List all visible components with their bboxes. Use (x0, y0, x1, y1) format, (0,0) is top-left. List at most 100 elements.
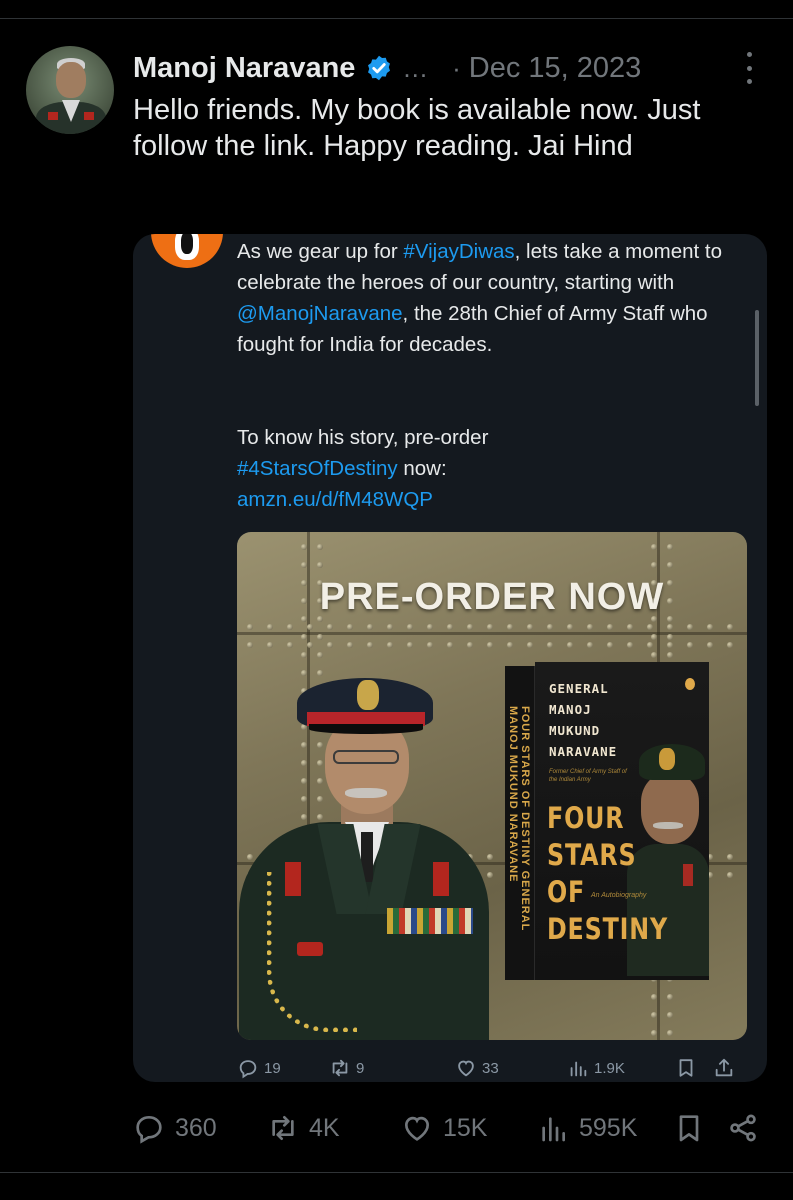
rivet (651, 994, 657, 1000)
reply-button[interactable]: 360 (133, 1108, 217, 1148)
rivet (727, 872, 733, 878)
rivet (301, 742, 307, 748)
rivet (301, 544, 307, 550)
rivet (667, 1012, 673, 1018)
rivet (651, 1012, 657, 1018)
quoted-text-paragraph-2: To know his story, pre-order #4StarsOfDe… (237, 422, 737, 515)
book-title-line: DESTINY (547, 912, 669, 946)
rivet (317, 670, 323, 676)
quoted-scrollbar[interactable] (755, 310, 759, 406)
author-avatar[interactable] (26, 46, 114, 134)
book-author-line: MANOJ (549, 702, 592, 717)
post-action-bar: 360 4K 15K 595K (133, 1108, 773, 1148)
bookmark-button[interactable] (673, 1108, 715, 1148)
publisher-logo-icon (685, 678, 695, 690)
quoted-views-button[interactable]: 1.9K (567, 1054, 625, 1082)
reply-icon (239, 1060, 257, 1079)
author-name[interactable]: Manoj Naravane (133, 52, 355, 85)
rivet (667, 624, 673, 630)
repost-button[interactable]: 4K (267, 1108, 340, 1148)
rivet (487, 854, 493, 860)
quoted-repost-button[interactable]: 9 (329, 1054, 364, 1082)
rivet (407, 642, 413, 648)
quoted-views-count: 1.9K (594, 1059, 625, 1077)
mention-link[interactable]: @ManojNaravane (237, 302, 403, 325)
rivet (301, 652, 307, 658)
rivet (651, 652, 657, 658)
quoted-text-segment: As we gear up for (237, 240, 404, 263)
rivet (307, 642, 313, 648)
rivet (587, 624, 593, 630)
reply-icon (136, 1115, 162, 1144)
more-icon[interactable] (742, 52, 756, 84)
share-icon (715, 1058, 733, 1077)
quoted-post[interactable]: As we gear up for #VijayDiwas, lets take… (133, 234, 767, 1082)
rivet (407, 624, 413, 630)
rivet (267, 624, 273, 630)
rivet (317, 760, 323, 766)
amazon-link[interactable]: amzn.eu/d/fM48WQP (237, 488, 433, 511)
rivet (467, 624, 473, 630)
date-separator: · (452, 52, 461, 83)
rivet (301, 670, 307, 676)
rivet (667, 634, 673, 640)
rivet (447, 624, 453, 630)
book-spine: FOUR STARS OF DESTINY GENERAL MANOJ MUKU… (505, 666, 535, 980)
hashtag-book[interactable]: #4StarsOfDestiny (237, 457, 398, 480)
rivet (467, 642, 473, 648)
rivet (687, 642, 693, 648)
rivet (487, 642, 493, 648)
post-text: Hello friends. My book is available now.… (133, 94, 701, 162)
rivet (247, 854, 253, 860)
post-date[interactable]: Dec 15, 2023 (469, 52, 642, 85)
rivet (317, 796, 323, 802)
rivet (301, 634, 307, 640)
rivet (247, 624, 253, 630)
rivet (607, 642, 613, 648)
book-title-line: FOUR (547, 801, 625, 835)
rivet (607, 624, 613, 630)
rivet (301, 562, 307, 568)
rivet (287, 624, 293, 630)
rivet (651, 1030, 657, 1036)
post-header: Manoj Naravane ... · Dec 15, 2023 (133, 48, 773, 88)
quoted-reply-button[interactable]: 19 (237, 1054, 281, 1082)
views-button[interactable]: 595K (537, 1108, 637, 1148)
book-subtitle: Former Chief of Army Staff of the Indian… (549, 769, 627, 783)
bookmark-icon (679, 1059, 693, 1077)
like-icon (458, 1060, 474, 1077)
rivet (547, 624, 553, 630)
views-count: 595K (579, 1113, 638, 1142)
bookmark-icon (679, 1115, 699, 1142)
rivet (667, 544, 673, 550)
like-button[interactable]: 15K (401, 1108, 487, 1148)
share-button[interactable] (727, 1108, 769, 1148)
rivet (317, 562, 323, 568)
quoted-like-count: 33 (482, 1059, 499, 1077)
promo-image[interactable]: PRE-ORDER NOW FOUR STARS OF DESTINY GENE… (237, 532, 747, 1040)
quoted-reply-count: 19 (264, 1059, 281, 1077)
penguin-logo-icon[interactable] (151, 234, 223, 270)
rivet (301, 778, 307, 784)
reply-count: 360 (175, 1113, 217, 1142)
rivet (447, 642, 453, 648)
rivet (667, 1030, 673, 1036)
book-cover: FOUR STARS OF DESTINY GENERAL MANOJ MUKU… (505, 662, 709, 980)
rivet (347, 624, 353, 630)
quoted-bookmark-button[interactable] (675, 1054, 702, 1082)
quoted-like-button[interactable]: 33 (455, 1054, 499, 1082)
views-icon (570, 1061, 587, 1077)
quoted-share-button[interactable] (713, 1054, 740, 1082)
rivet (317, 544, 323, 550)
rivet (587, 642, 593, 648)
rivet (651, 634, 657, 640)
rivet (667, 994, 673, 1000)
quoted-repost-count: 9 (356, 1059, 365, 1077)
verified-badge-icon (368, 55, 391, 81)
rivet (707, 624, 713, 630)
hashtag-vijaydiwas[interactable]: #VijayDiwas (403, 240, 514, 263)
rivet (301, 796, 307, 802)
rivet (547, 642, 553, 648)
book-author-line: MUKUND (549, 723, 601, 738)
rivet (651, 544, 657, 550)
